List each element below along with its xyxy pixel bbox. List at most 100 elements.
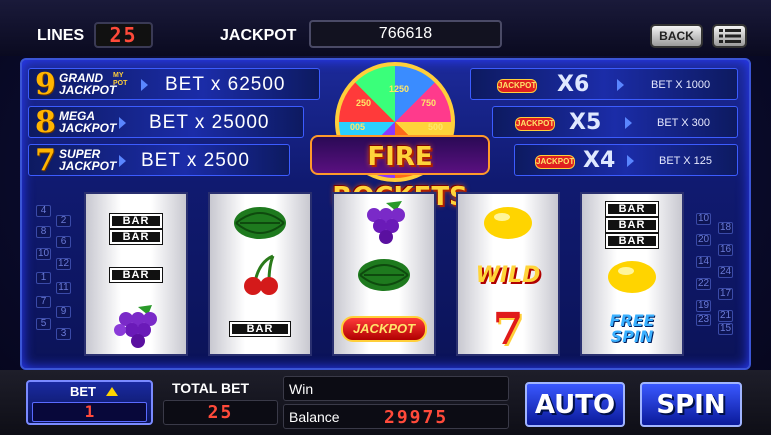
reel-5: BAR BAR BAR FREE SPIN: [580, 192, 684, 356]
payline-number: 3: [56, 328, 71, 340]
bet-label: BET: [70, 384, 96, 399]
chevron-right-icon: [119, 155, 126, 167]
grand-jackpot-bet: BET x 62500: [165, 74, 286, 95]
watermelon-icon: [334, 248, 434, 302]
bar-symbol: BAR BAR BAR: [582, 198, 682, 252]
bar-label: BAR: [109, 229, 163, 245]
jackpot-symbol: JACKPOT: [334, 302, 434, 356]
total-bet-value: 25: [163, 400, 278, 425]
super-jackpot-number: 7: [35, 143, 56, 178]
reel-4: WILD 7: [456, 192, 560, 356]
win-panel: Win: [283, 376, 509, 401]
super-jackpot-name-2: JACKPOT: [59, 159, 117, 173]
mega-jackpot-row: 8 MEGA JACKPOT BET x 25000: [28, 105, 304, 140]
payline-number: 22: [696, 278, 711, 290]
payline-number: 15: [718, 323, 733, 335]
game-logo: FIRE ROCKETS: [310, 135, 490, 212]
grape-icon: [86, 300, 186, 354]
bar-label: BAR: [109, 213, 163, 229]
wild-symbol: WILD: [458, 248, 558, 302]
payline-number: 23: [696, 314, 711, 326]
watermelon-icon: [210, 196, 310, 250]
spin-button[interactable]: SPIN: [640, 382, 742, 427]
balance-panel: Balance 29975: [283, 404, 509, 429]
seven-label: 7: [492, 303, 524, 355]
lines-label: LINES: [37, 27, 85, 44]
payline-number: 16: [718, 244, 733, 256]
free-spin-label: FREE SPIN: [609, 311, 655, 346]
payline-number: 1: [36, 272, 51, 284]
lines-value: 25: [94, 22, 153, 48]
seven-symbol: 7: [458, 302, 558, 356]
jackpot-x6-mult: X6: [557, 72, 590, 97]
payline-number: 8: [36, 226, 51, 238]
chevron-right-icon: [627, 155, 634, 167]
jackpot-icon-label: JACKPOT: [515, 117, 555, 131]
reel-3: JACKPOT: [332, 192, 436, 356]
wild-label: WILD: [475, 262, 541, 288]
jackpot-label: JACKPOT: [220, 27, 297, 44]
jackpot-symbol-label: JACKPOT: [341, 316, 427, 342]
chevron-right-icon: [617, 79, 624, 91]
payline-number: 20: [696, 234, 711, 246]
total-bet-label: TOTAL BET: [172, 380, 249, 396]
jackpot-x6-row: JACKPOT X6 BET X 1000: [470, 68, 738, 100]
jackpot-icon: JACKPOT: [497, 73, 537, 95]
bar-label: BAR: [605, 201, 659, 217]
wheel-value-005: 005: [350, 122, 366, 132]
jackpot-x5-row: JACKPOT X5 BET X 300: [492, 106, 738, 138]
grand-jackpot-name-2: JACKPOT: [59, 83, 117, 97]
lemon-icon: [458, 196, 558, 250]
payline-number: 4: [36, 205, 51, 217]
back-button[interactable]: BACK: [650, 24, 703, 48]
bar-label: BAR: [605, 217, 659, 233]
menu-button[interactable]: [712, 24, 747, 48]
payline-number: 21: [718, 310, 733, 322]
mega-jackpot-name-2: JACKPOT: [59, 121, 117, 135]
super-jackpot-bet: BET x 2500: [141, 150, 250, 171]
payline-number: 2: [56, 215, 71, 227]
chevron-right-icon: [119, 117, 126, 129]
payline-number: 17: [718, 288, 733, 300]
chevron-right-icon: [141, 79, 148, 91]
payline-number: 7: [36, 296, 51, 308]
payline-number: 6: [56, 236, 71, 248]
chevron-right-icon: [625, 117, 632, 129]
wheel-value-500: 500: [428, 122, 444, 132]
jackpot-icon: JACKPOT: [535, 149, 575, 171]
payline-number: 14: [696, 256, 711, 268]
super-jackpot-row: 7 SUPER JACKPOT BET x 2500: [28, 143, 290, 178]
jackpot-x6-bet: BET X 1000: [651, 79, 711, 91]
cherry-icon: [210, 248, 310, 302]
jackpot-x5-mult: X5: [569, 110, 602, 135]
mega-jackpot-bet: BET x 25000: [149, 112, 270, 133]
arrow-up-icon[interactable]: [106, 387, 118, 396]
payline-number: 24: [718, 266, 733, 278]
bar-symbol: BAR: [210, 302, 310, 356]
reel-2: BAR: [208, 192, 312, 356]
jackpot-icon: JACKPOT: [515, 111, 555, 133]
bar-symbol: BAR: [86, 248, 186, 302]
payline-number: 10: [36, 248, 51, 260]
jackpot-icon-label: JACKPOT: [497, 79, 537, 93]
bet-value: 1: [32, 402, 147, 422]
payline-number: 19: [696, 300, 711, 312]
grand-jackpot-row: 9 GRAND JACKPOT MY POT BET x 62500: [28, 67, 320, 102]
auto-button[interactable]: AUTO: [525, 382, 625, 427]
mega-jackpot-number: 8: [35, 105, 56, 140]
menu-icon: [718, 29, 741, 43]
jackpot-icon-label: JACKPOT: [535, 155, 575, 169]
bet-selector[interactable]: BET 1: [26, 380, 153, 425]
payline-number: 9: [56, 306, 71, 318]
payline-number: 12: [56, 258, 71, 270]
jackpot-x4-bet: BET X 125: [659, 155, 712, 167]
bar-label: BAR: [605, 233, 659, 249]
payline-number: 11: [56, 282, 71, 294]
bar-label: BAR: [229, 321, 291, 337]
jackpot-x4-row: JACKPOT X4 BET X 125: [514, 144, 738, 176]
bar-label: BAR: [109, 267, 163, 283]
jackpot-x5-bet: BET X 300: [657, 117, 710, 129]
lemon-icon: [582, 250, 682, 304]
win-label: Win: [289, 381, 314, 397]
grape-icon: [334, 196, 434, 250]
